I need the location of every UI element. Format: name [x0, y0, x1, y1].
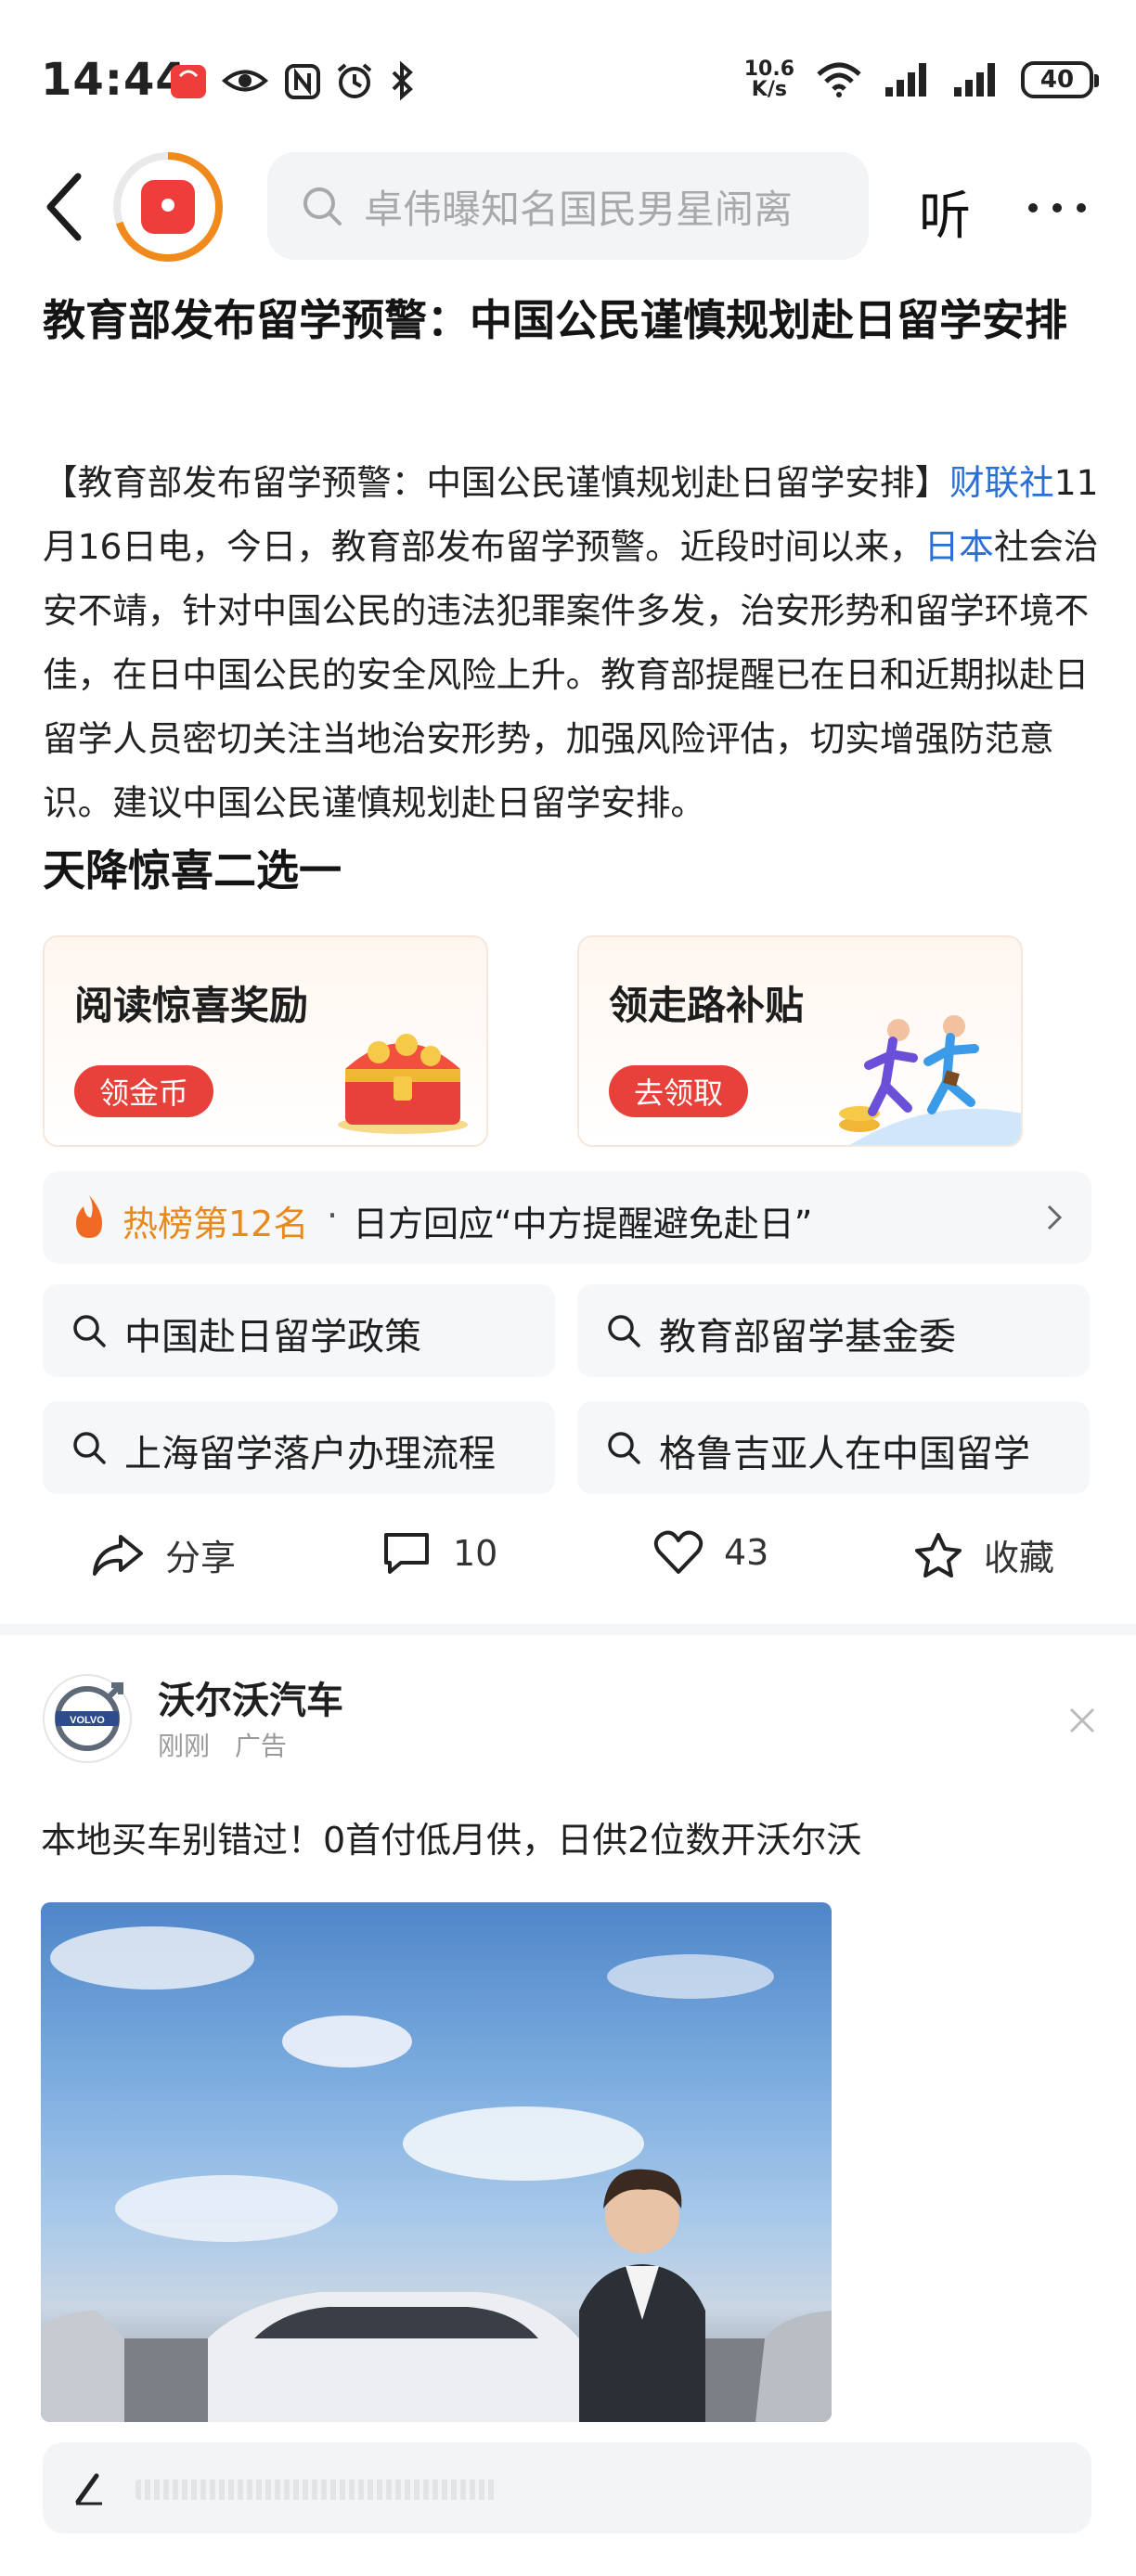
close-icon [1069, 1707, 1095, 1733]
huawei-app-icon [171, 65, 206, 98]
article-body-part1: 【教育部发布留学预警：中国公民谨慎规划赴日留学安排】 [43, 462, 950, 503]
more-options-button[interactable] [1028, 199, 1086, 217]
ad-time: 刚刚 [158, 1731, 211, 1761]
share-button[interactable]: 分享 [91, 1529, 236, 1580]
card-title: 阅读惊喜奖励 [74, 983, 309, 1028]
ad-meta: 刚刚 广告 [158, 1726, 287, 1763]
net-speed: 10.6 K/s [744, 59, 794, 100]
search-icon [73, 1315, 106, 1347]
search-icon [73, 1432, 106, 1464]
favorite-button[interactable]: 收藏 [913, 1529, 1054, 1580]
promo-section-title: 天降惊喜二选一 [43, 845, 342, 895]
pen-icon [75, 2473, 102, 2505]
article-body-part3: 社会治安不靖，针对中国公民的违法犯罪案件多发，治安形势和留学环境不佳，在日中国公… [43, 526, 1099, 823]
search-icon [608, 1432, 640, 1464]
heart-icon [653, 1530, 704, 1574]
status-time: 14:44 [41, 54, 187, 106]
listen-button[interactable]: 听 [919, 174, 971, 250]
net-speed-unit: K/s [751, 78, 787, 101]
related-search-chip[interactable]: 教育部留学基金委 [577, 1284, 1090, 1377]
toutiao-logo-icon [141, 180, 195, 234]
bluetooth-icon [392, 61, 413, 100]
eye-icon [221, 70, 269, 92]
comment-button[interactable]: 10 [381, 1529, 497, 1578]
comment-icon [384, 1533, 429, 1574]
favorite-label: 收藏 [984, 1538, 1055, 1578]
chip-label: 中国赴日留学政策 [124, 1316, 421, 1359]
search-icon [608, 1315, 640, 1347]
comment-placeholder-blurred [136, 2479, 497, 2500]
net-speed-value: 10.6 [743, 58, 794, 81]
like-count: 43 [724, 1532, 769, 1573]
dot-icon [1052, 203, 1062, 213]
treasure-chest-icon [338, 1034, 468, 1134]
wifi-icon [817, 62, 861, 97]
collect-coins-button[interactable]: 领金币 [74, 1065, 213, 1117]
comment-input-bar[interactable] [43, 2442, 1091, 2533]
japan-link[interactable]: 日本 [924, 526, 994, 567]
chevron-right-icon [1047, 1204, 1063, 1230]
article-headline: 教育部发布留学预警：中国公民谨慎规划赴日留学安排 [43, 295, 1067, 345]
star-icon [915, 1532, 962, 1578]
volvo-logo[interactable]: VOLVO [43, 1674, 132, 1763]
ad-label: 广告 [234, 1731, 287, 1761]
chip-label: 上海留学落户办理流程 [124, 1433, 496, 1475]
battery-level: 40 [1039, 66, 1075, 94]
battery-indicator: 40 [1021, 61, 1099, 98]
signal-icon-1 [885, 63, 926, 97]
signal-icon-2 [954, 63, 995, 97]
walking-subsidy-card[interactable]: 领走路补贴 去领取 [577, 935, 1023, 1147]
app-avatar-button[interactable] [113, 152, 223, 262]
volvo-emblem-icon: VOLVO [55, 1682, 123, 1751]
separator-dot: · [327, 1195, 339, 1236]
search-input[interactable]: 卓伟曝知名国民男星闹离 [267, 152, 869, 260]
related-search-chip[interactable]: 中国赴日留学政策 [43, 1284, 555, 1377]
reading-reward-card[interactable]: 阅读惊喜奖励 领金币 [43, 935, 488, 1147]
card-title: 领走路补贴 [609, 983, 805, 1028]
hot-list-bar[interactable]: 热榜第12名 · 日方回应“中方提醒避免赴日” [43, 1171, 1091, 1264]
alarm-icon [337, 63, 372, 98]
advertiser-name[interactable]: 沃尔沃汽车 [158, 1670, 343, 1724]
share-label: 分享 [165, 1538, 237, 1578]
runners-illustration-icon [839, 1015, 1021, 1145]
chip-label: 格鲁吉亚人在中国留学 [659, 1433, 1030, 1475]
nfc-icon [285, 64, 320, 99]
ad-photo-illustration [41, 1926, 832, 2422]
source-link[interactable]: 财联社 [949, 462, 1054, 503]
claim-button[interactable]: 去领取 [609, 1065, 748, 1117]
back-button[interactable] [37, 165, 93, 249]
related-search-chip[interactable]: 格鲁吉亚人在中国留学 [577, 1401, 1090, 1494]
article-body: 【教育部发布留学预警：中国公民谨慎规划赴日留学安排】财联社11月16日电，今日，… [43, 451, 1101, 835]
like-button[interactable]: 43 [653, 1529, 768, 1576]
dot-icon [1028, 203, 1038, 213]
status-right: 10.6 K/s 40 [744, 59, 1099, 100]
related-search-chip[interactable]: 上海留学落户办理流程 [43, 1401, 555, 1494]
back-arrow-icon [46, 173, 82, 241]
ad-video-image[interactable] [41, 1902, 832, 2422]
comment-count: 10 [453, 1533, 498, 1574]
hot-title: 日方回应“中方提醒避免赴日” [353, 1204, 813, 1244]
flame-icon [76, 1195, 102, 1238]
ad-text[interactable]: 本地买车别错过！0首付低月供，日供2位数开沃尔沃 [41, 1811, 861, 1862]
search-placeholder: 卓伟曝知名国民男星闹离 [364, 186, 794, 232]
close-ad-button[interactable] [1065, 1704, 1099, 1737]
search-icon [303, 187, 342, 225]
section-divider [0, 1624, 1136, 1635]
dot-icon [1077, 203, 1086, 213]
volvo-logo-text: VOLVO [70, 1715, 105, 1726]
chip-label: 教育部留学基金委 [659, 1316, 956, 1359]
hot-rank: 热榜第12名 [123, 1204, 309, 1244]
share-icon [93, 1534, 143, 1576]
avatar-inner [121, 160, 215, 254]
